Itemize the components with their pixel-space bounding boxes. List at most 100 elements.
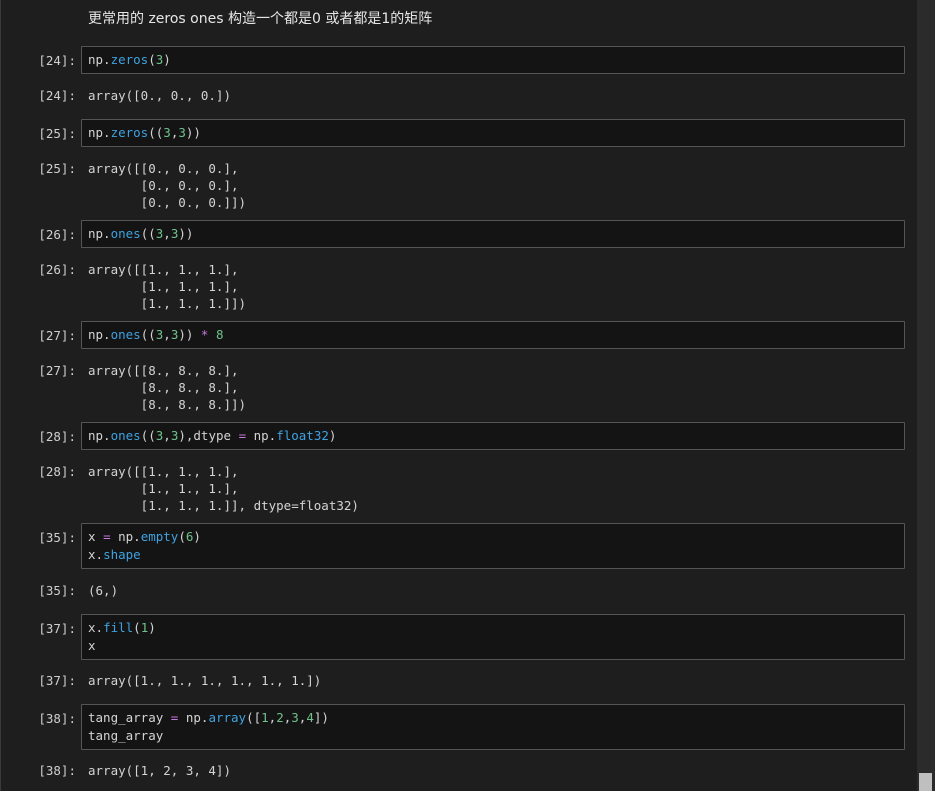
code-token: x.: [88, 547, 104, 562]
output-prompt: [25]:: [38, 161, 76, 176]
code-token: ,: [163, 327, 171, 342]
code-line: np.zeros((3,3)): [88, 124, 898, 142]
code-token: empty: [140, 529, 179, 544]
code-token: array: [208, 710, 247, 725]
code-token: (: [133, 620, 141, 635]
code-cell-input[interactable]: np.zeros(3): [81, 46, 905, 74]
code-token: ]): [313, 710, 329, 725]
code-line: np.ones((3,3)): [88, 225, 898, 243]
output-prompt: [26]:: [38, 262, 76, 277]
code-cell-input[interactable]: np.ones((3,3)) * 8: [81, 321, 905, 349]
input-prompt: [26]:: [38, 227, 76, 242]
code-token: 3: [163, 125, 171, 140]
code-token: 3: [178, 125, 186, 140]
cell-output: array([[8., 8., 8.], [8., 8., 8.], [8., …: [88, 363, 247, 412]
code-token: ): [148, 620, 156, 635]
code-token: x: [88, 529, 104, 544]
code-token: ): [193, 529, 201, 544]
code-token: ones: [110, 327, 141, 342]
code-token: np.: [246, 428, 277, 443]
code-token: =: [238, 428, 247, 443]
code-token: ((: [140, 327, 156, 342]
code-token: (: [148, 52, 156, 67]
code-token: ((: [148, 125, 164, 140]
code-token: ,: [163, 226, 171, 241]
output-prompt: [28]:: [38, 464, 76, 479]
code-token: np.: [88, 327, 111, 342]
vertical-scrollbar[interactable]: [917, 0, 935, 791]
code-line: x.shape: [88, 546, 898, 564]
code-token: =: [103, 529, 111, 544]
input-prompt: [24]:: [38, 53, 76, 68]
code-token: 4: [306, 710, 314, 725]
code-cell-input[interactable]: np.ones((3,3),dtype = np.float32): [81, 422, 905, 450]
code-token: ((: [140, 226, 156, 241]
code-cell-input[interactable]: x = np.empty(6) x.shape: [81, 523, 905, 569]
code-token: np.: [88, 52, 111, 67]
code-token: ([: [246, 710, 262, 725]
output-prompt: [37]:: [38, 673, 76, 688]
input-prompt: [38]:: [38, 711, 76, 726]
code-token: zeros: [110, 52, 149, 67]
code-token: ones: [110, 428, 141, 443]
cell-output: array([1., 1., 1., 1., 1., 1.]): [88, 673, 322, 688]
code-token: 1: [261, 710, 269, 725]
cell-output: array([[1., 1., 1.], [1., 1., 1.], [1., …: [88, 464, 359, 513]
code-line: tang_array = np.array([1,2,3,4]): [88, 709, 898, 727]
code-token: 2: [276, 710, 284, 725]
output-prompt: [24]:: [38, 88, 76, 103]
code-token: ,: [163, 428, 171, 443]
cell-output: array([[0., 0., 0.], [0., 0., 0.], [0., …: [88, 161, 247, 210]
code-token: tang_array: [88, 710, 171, 725]
code-token: )): [178, 327, 201, 342]
code-token: tang_array: [88, 728, 164, 743]
code-token: )): [185, 125, 201, 140]
code-token: np.: [110, 529, 141, 544]
code-token: x.: [88, 620, 104, 635]
input-prompt: [28]:: [38, 429, 76, 444]
input-prompt: [27]:: [38, 328, 76, 343]
code-line: tang_array: [88, 727, 898, 745]
code-line: x: [88, 637, 898, 655]
code-line: np.zeros(3): [88, 51, 898, 69]
code-cell-input[interactable]: np.ones((3,3)): [81, 220, 905, 248]
code-line: x = np.empty(6): [88, 528, 898, 546]
input-prompt: [37]:: [38, 621, 76, 636]
code-token: ones: [110, 226, 141, 241]
code-line: x.fill(1): [88, 619, 898, 637]
code-token: )): [178, 226, 194, 241]
code-cell-input[interactable]: tang_array = np.array([1,2,3,4]) tang_arr…: [81, 704, 905, 750]
code-token: 8: [215, 327, 224, 342]
output-prompt: [38]:: [38, 763, 76, 778]
code-token: float32: [276, 428, 329, 443]
code-token: zeros: [110, 125, 149, 140]
code-token: ((: [140, 428, 156, 443]
cell-output: array([1, 2, 3, 4]): [88, 763, 231, 778]
code-token: x: [88, 638, 96, 653]
code-token: fill: [103, 620, 134, 635]
code-token: np.: [88, 428, 111, 443]
code-token: np.: [178, 710, 209, 725]
input-prompt: [25]:: [38, 126, 76, 141]
code-line: np.ones((3,3),dtype = np.float32): [88, 427, 898, 445]
output-prompt: [35]:: [38, 583, 76, 598]
code-token: ): [163, 52, 171, 67]
code-line: np.ones((3,3)) * 8: [88, 326, 898, 344]
code-cell-input[interactable]: x.fill(1) x: [81, 614, 905, 660]
scrollbar-thumb[interactable]: [919, 773, 932, 791]
code-token: ): [328, 428, 337, 443]
cell-output: array([0., 0., 0.]): [88, 88, 231, 103]
input-prompt: [35]:: [38, 530, 76, 545]
cell-output: array([[1., 1., 1.], [1., 1., 1.], [1., …: [88, 262, 247, 311]
code-token: ),dtype: [178, 428, 239, 443]
output-prompt: [27]:: [38, 363, 76, 378]
cell-output: (6,): [88, 583, 119, 598]
markdown-heading: 更常用的 zeros ones 构造一个都是0 或者都是1的矩阵: [88, 11, 433, 27]
code-token: np.: [88, 226, 111, 241]
code-token: 3: [291, 710, 299, 725]
code-token: shape: [103, 547, 141, 562]
code-token: (: [178, 529, 186, 544]
code-cell-input[interactable]: np.zeros((3,3)): [81, 119, 905, 147]
code-token: np.: [88, 125, 111, 140]
